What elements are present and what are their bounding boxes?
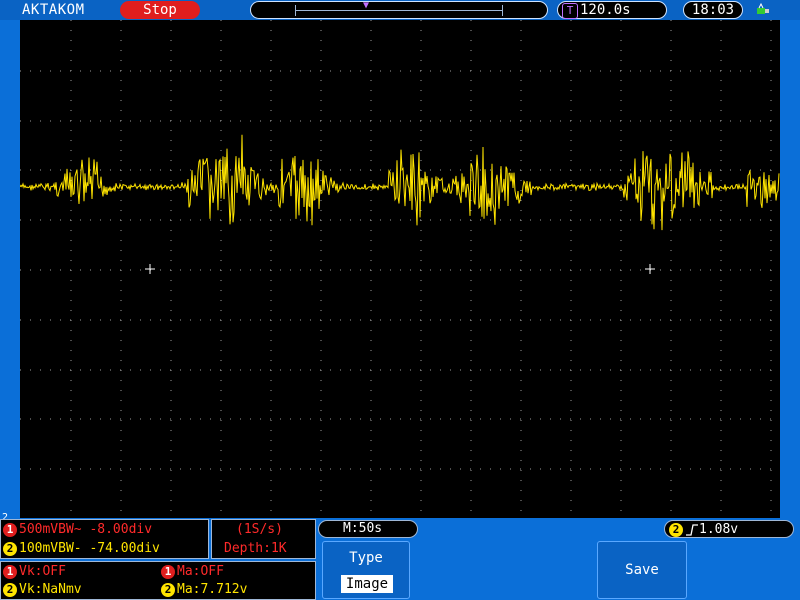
usb-icon (757, 2, 769, 14)
type-value: Image (341, 575, 393, 593)
trigger-source-badge: 2 (669, 522, 683, 537)
time-position-readout: T 120.0s (557, 1, 667, 19)
timebase-readout[interactable]: M:50s (318, 520, 418, 538)
timebase-value: M:50s (343, 521, 383, 536)
trigger-readout[interactable]: 2 1.08v (664, 520, 794, 538)
save-label: Save (625, 562, 659, 578)
memory-depth-line (295, 10, 503, 11)
type-menu-button[interactable]: Type Image (322, 541, 410, 599)
ch1-ma-value: Ma:OFF (177, 564, 224, 579)
ch1-ma-measure: 1 Ma:OFF (161, 564, 224, 580)
time-position-value: 120.0s (580, 2, 631, 18)
memory-depth: Depth:1K (224, 541, 287, 556)
top-status-bar: AKTAKOM Stop ▼ T 120.0s 18:03 (0, 0, 800, 20)
ch2-vk-value: Vk:NaNmv (19, 582, 82, 597)
ch1-scale: 500mVBW~ -8.00div (19, 522, 153, 537)
ch2-ma-value: Ma:7.712v (177, 582, 248, 597)
sample-rate: (1S/s) (236, 522, 283, 537)
trigger-level: 1.08v (699, 522, 739, 537)
channel-info-panel: 1 500mVBW~ -8.00div 2 100mVBW- -74.00div (0, 519, 209, 559)
cursor-cross-2 (645, 264, 655, 274)
measurement-panel: 1 Vk:OFF 1 Ma:OFF 2 Vk:NaNmv 2 Ma:7.712v (0, 561, 316, 600)
ch2-badge: 2 (161, 582, 175, 597)
trigger-info-row: 2 1.08v (669, 522, 738, 538)
ch2-vk-measure: 2 Vk:NaNmv (3, 582, 82, 598)
trigger-position-marker-icon: ▼ (363, 0, 370, 11)
ch1-badge: 1 (161, 564, 175, 579)
waveform-canvas (20, 20, 780, 511)
brand-label: AKTAKOM (22, 2, 85, 18)
run-stop-button[interactable]: Stop (120, 1, 200, 19)
ch1-vk-value: Vk:OFF (19, 564, 66, 579)
ch2-badge: 2 (3, 582, 17, 597)
save-button[interactable]: Save (597, 541, 687, 599)
clock: 18:03 (683, 1, 743, 19)
ch2-waveform (20, 134, 780, 231)
rising-edge-icon (686, 523, 698, 536)
ch1-badge: 1 (3, 522, 17, 537)
waveform-display[interactable] (20, 20, 780, 518)
window-right-bracket (502, 5, 503, 16)
ch2-scale: 100mVBW- -74.00div (19, 541, 160, 556)
ch1-info-row[interactable]: 1 500mVBW~ -8.00div (3, 522, 152, 538)
ch2-info-row[interactable]: 2 100mVBW- -74.00div (3, 541, 160, 557)
ch2-badge: 2 (3, 541, 17, 556)
ch2-ma-measure: 2 Ma:7.712v (161, 582, 247, 598)
acquisition-panel: (1S/s) Depth:1K (211, 519, 316, 559)
cursor-cross-1 (145, 264, 155, 274)
type-label: Type (349, 550, 383, 566)
trigger-position-bar[interactable]: ▼ (250, 0, 548, 19)
window-left-bracket (295, 5, 296, 16)
ch1-badge: 1 (3, 564, 17, 579)
graticule (20, 20, 772, 511)
ch1-vk-measure: 1 Vk:OFF (3, 564, 66, 580)
trigger-time-icon: T (562, 3, 578, 19)
